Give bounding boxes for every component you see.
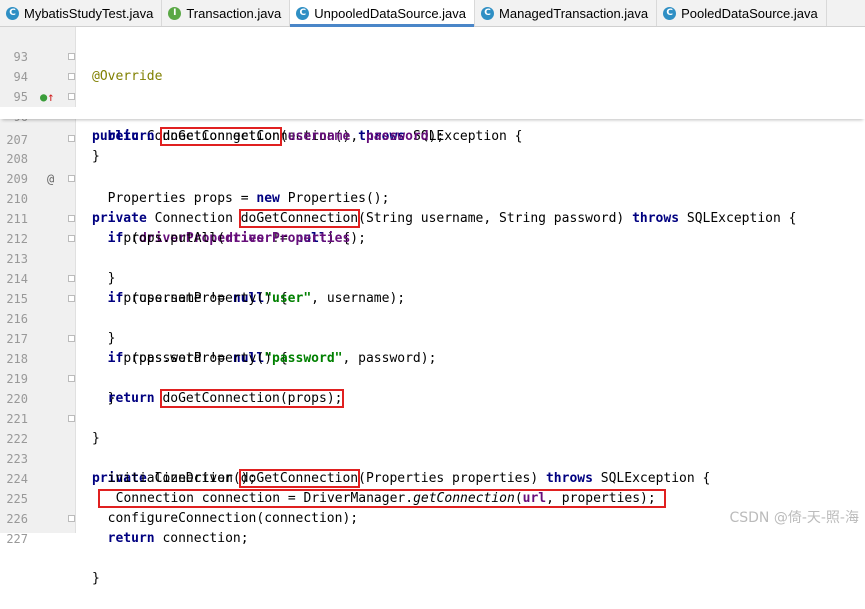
code-line: 93 @Override bbox=[0, 27, 865, 84]
code-line: 210 if (driverProperties != null) { bbox=[0, 169, 865, 246]
editor-tab-bar: C MybatisStudyTest.java I Transaction.ja… bbox=[0, 0, 865, 27]
code-line: 207 bbox=[0, 110, 865, 147]
tab-label: Transaction.java bbox=[186, 5, 282, 21]
code-line: 95 return doGetConnection(username, pass… bbox=[0, 67, 865, 146]
tab-label: PooledDataSource.java bbox=[681, 5, 818, 21]
fold-icon[interactable] bbox=[68, 275, 75, 282]
fold-icon[interactable] bbox=[68, 515, 75, 522]
tab-label: UnpooledDataSource.java bbox=[314, 5, 467, 21]
code-line: 226 return connection; bbox=[0, 489, 865, 546]
class-file-icon: C bbox=[481, 6, 495, 20]
line-number: 227 bbox=[6, 532, 28, 546]
tab-mybatis-study-test[interactable]: C MybatisStudyTest.java bbox=[0, 0, 163, 26]
code-line: 96 } bbox=[0, 87, 865, 164]
keyword: return bbox=[107, 531, 155, 546]
tab-managed-transaction[interactable]: C ManagedTransaction.java bbox=[475, 0, 658, 26]
code-line: 219 return doGetConnection(props); bbox=[0, 349, 865, 408]
code-line: 223 initializeDriver(); bbox=[0, 429, 865, 486]
class-file-icon: C bbox=[663, 6, 677, 20]
code-line: 216 if (password != null) { bbox=[0, 289, 865, 366]
tab-pooled-data-source[interactable]: C PooledDataSource.java bbox=[657, 0, 827, 26]
tab-label: MybatisStudyTest.java bbox=[24, 5, 154, 21]
fold-icon[interactable] bbox=[68, 135, 75, 142]
code-line: 213 if (username != null) { bbox=[0, 229, 865, 306]
code-line: 211 props.putAll(driverProperties); bbox=[0, 189, 865, 246]
interface-file-icon: I bbox=[168, 6, 182, 20]
code-line: 218 } bbox=[0, 329, 865, 406]
code-line: 214 props.setProperty("user", username); bbox=[0, 249, 865, 306]
tab-transaction[interactable]: I Transaction.java bbox=[162, 0, 291, 26]
code-line: 215 } bbox=[0, 269, 865, 346]
code-line: 225 configureConnection(connection); bbox=[0, 469, 865, 526]
tab-label: ManagedTransaction.java bbox=[499, 5, 649, 21]
code-text: } bbox=[92, 571, 100, 586]
fold-icon[interactable] bbox=[68, 73, 75, 80]
tab-unpooled-data-source[interactable]: C UnpooledDataSource.java bbox=[290, 0, 476, 27]
code-line: 208 @ private Connection doGetConnection… bbox=[0, 129, 865, 228]
fold-icon[interactable] bbox=[68, 93, 75, 100]
fold-icon[interactable] bbox=[68, 235, 75, 242]
fold-icon[interactable] bbox=[68, 215, 75, 222]
fold-icon[interactable] bbox=[68, 335, 75, 342]
fold-icon[interactable] bbox=[68, 53, 75, 60]
code-line: 94 ●↑ public Connection getConnection() … bbox=[0, 47, 865, 144]
code-line: 217 props.setProperty("password", passwo… bbox=[0, 309, 865, 366]
code-text: connection; bbox=[154, 531, 249, 546]
code-line: 220 } bbox=[0, 369, 865, 446]
fold-icon[interactable] bbox=[68, 375, 75, 382]
watermark: CSDN @倚-天-照-海 bbox=[729, 510, 859, 526]
fold-icon[interactable] bbox=[68, 295, 75, 302]
code-line: 224 Connection connection = DriverManage… bbox=[0, 449, 865, 508]
code-line: 222 private Connection doGetConnection(P… bbox=[0, 409, 865, 488]
class-file-icon: C bbox=[296, 6, 310, 20]
code-editor[interactable]: 93 @Override 94 ●↑ public Connection get… bbox=[0, 27, 865, 586]
code-line: 212 } bbox=[0, 209, 865, 286]
fold-icon[interactable] bbox=[68, 175, 75, 182]
fold-icon[interactable] bbox=[68, 415, 75, 422]
code-line: 221 bbox=[0, 389, 865, 426]
class-file-icon: C bbox=[6, 6, 19, 20]
code-line: 209 Properties props = new Properties(); bbox=[0, 149, 865, 206]
